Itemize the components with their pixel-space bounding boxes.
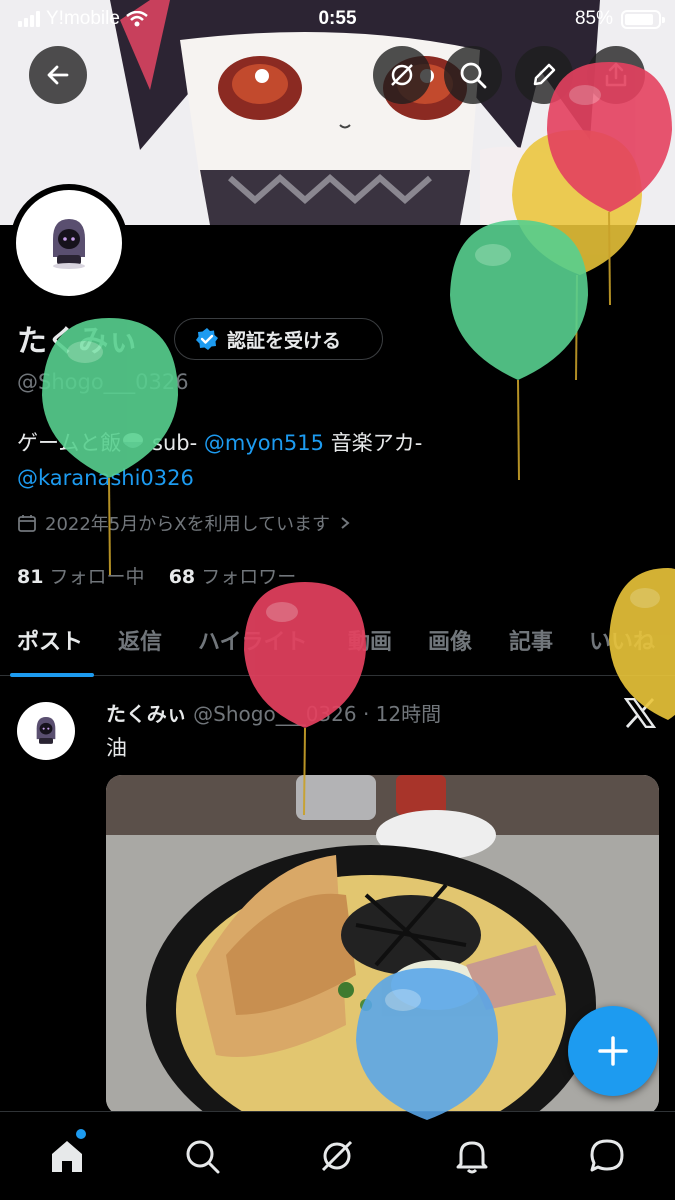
profile-avatar[interactable] xyxy=(10,184,128,302)
message-icon xyxy=(590,1139,624,1172)
calendar-icon xyxy=(18,515,36,532)
bell-icon xyxy=(456,1141,488,1174)
following-label: フォロー中 xyxy=(49,566,145,588)
active-tab-indicator xyxy=(10,673,94,677)
chevron-right-icon xyxy=(341,517,350,529)
grok-icon xyxy=(391,64,413,86)
bio-text: ゲームと飯 xyxy=(17,431,122,455)
share-icon xyxy=(605,62,627,87)
search-icon xyxy=(186,1140,220,1174)
tab-highlights[interactable]: ハイライト xyxy=(198,624,308,656)
following-link[interactable]: 81 フォロー中 xyxy=(17,566,145,588)
profile-handle: @Shogo___0326 xyxy=(17,370,189,394)
avatar-character xyxy=(53,219,85,269)
grok-button[interactable] xyxy=(373,46,431,104)
back-arrow-icon xyxy=(47,65,69,85)
clock: 0:55 xyxy=(318,8,357,29)
verify-button[interactable]: 認証を受ける xyxy=(174,318,383,360)
tab-images[interactable]: 画像 xyxy=(428,624,472,656)
search-button[interactable] xyxy=(444,46,502,104)
followers-link[interactable]: 68 フォロワー xyxy=(169,566,297,588)
tab-replies[interactable]: 返信 xyxy=(118,624,162,656)
profile-name: たくみぃ xyxy=(17,324,139,359)
compose-button[interactable] xyxy=(568,1006,658,1096)
battery-status: 85% xyxy=(574,8,665,30)
bottom-navigation xyxy=(0,1111,675,1200)
status-bar: Y!mobile 0:55 85% xyxy=(0,0,675,40)
bio-link-karanashi0326[interactable]: @karanashi0326 xyxy=(17,466,194,490)
nav-search[interactable] xyxy=(180,1134,224,1178)
home-icon xyxy=(52,1141,82,1172)
post-author-name[interactable]: たくみぃ xyxy=(106,702,187,726)
following-count: 81 xyxy=(17,566,44,588)
nav-messages[interactable] xyxy=(585,1134,629,1178)
share-button[interactable] xyxy=(587,46,645,104)
verify-label: 認証を受ける xyxy=(227,329,342,352)
search-icon xyxy=(460,62,487,89)
followers-count: 68 xyxy=(168,566,196,588)
post-author-avatar[interactable] xyxy=(17,702,75,760)
joined-date[interactable]: 2022年5月からXを利用しています xyxy=(17,510,352,536)
grok-icon xyxy=(321,1140,353,1172)
battery-percent: 85% xyxy=(574,8,613,29)
bio-link-myon515[interactable]: @myon515 xyxy=(204,431,324,455)
tab-likes[interactable]: いいね xyxy=(589,624,655,656)
post-text: 油 xyxy=(106,736,127,760)
x-logo-icon xyxy=(623,697,657,732)
nav-home[interactable] xyxy=(45,1134,89,1178)
battery-icon xyxy=(621,9,665,29)
pencil-icon xyxy=(533,63,556,86)
edit-button[interactable] xyxy=(515,46,573,104)
joined-text: 2022年5月からXを利用しています xyxy=(45,514,331,535)
followers-label: フォロワー xyxy=(201,566,297,588)
post-header: たくみぃ @Shogo___0326 · 12時間 xyxy=(106,698,441,727)
back-button[interactable] xyxy=(29,46,87,104)
bio-text: sub- xyxy=(145,431,204,455)
rice-icon xyxy=(121,428,145,448)
plus-icon xyxy=(598,1036,628,1066)
nav-notifications[interactable] xyxy=(450,1134,494,1178)
post-handle-time: @Shogo___0326 · 12時間 xyxy=(193,702,442,726)
profile-tabs: ポスト 返信 ハイライト 動画 画像 記事 いいね xyxy=(0,610,675,676)
avatar-character xyxy=(36,717,56,744)
verified-badge-icon xyxy=(196,328,218,350)
home-notification-dot xyxy=(76,1129,86,1139)
nav-grok[interactable] xyxy=(315,1134,359,1178)
bio-text: 音楽アカ- xyxy=(324,431,423,455)
tab-articles[interactable]: 記事 xyxy=(509,624,553,656)
profile-bio: ゲームと飯 sub- @myon515 音楽アカ- @karanashi0326 xyxy=(17,426,517,496)
tab-videos[interactable]: 動画 xyxy=(348,624,392,656)
follow-stats: 81 フォロー中 68 フォロワー xyxy=(17,562,296,589)
tab-posts[interactable]: ポスト xyxy=(17,624,83,656)
